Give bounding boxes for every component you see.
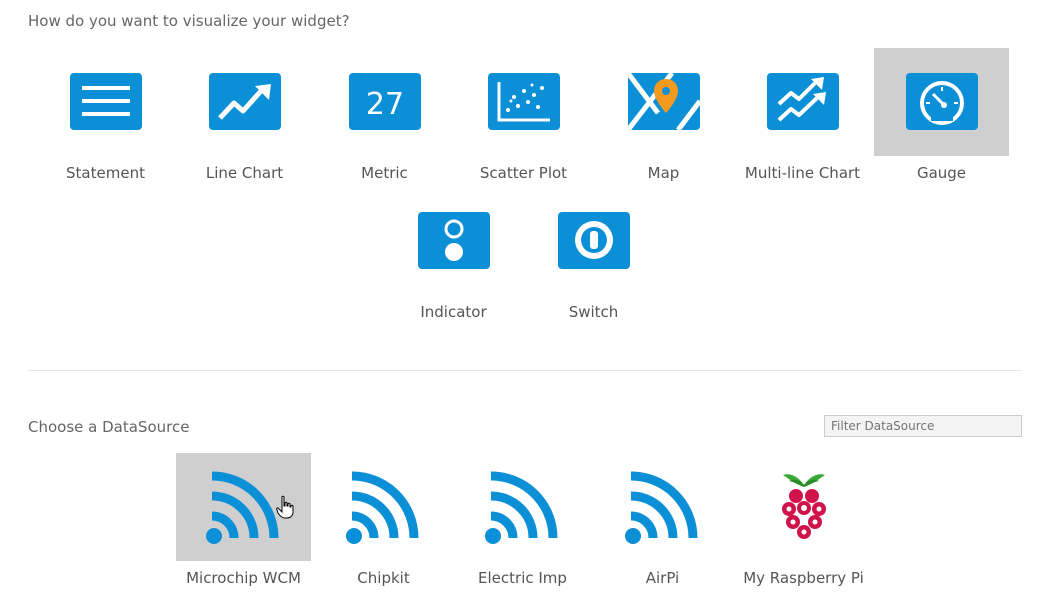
widget-label: Switch xyxy=(568,303,619,321)
visualize-heading: How do you want to visualize your widget… xyxy=(28,12,350,30)
map-icon xyxy=(628,73,700,130)
statement-icon xyxy=(70,73,142,130)
line-chart-icon xyxy=(209,73,281,130)
scatter-plot-icon xyxy=(488,73,560,130)
widget-label: Gauge xyxy=(916,164,967,182)
switch-icon xyxy=(558,212,630,269)
raspberry-pi-icon xyxy=(782,474,826,539)
metric-icon: 27 xyxy=(349,73,421,130)
section-divider xyxy=(28,370,1022,371)
wifi-signal-icon xyxy=(625,471,698,544)
indicator-icon xyxy=(418,212,490,269)
metric-icon-text: 27 xyxy=(366,87,404,122)
wifi-signal-icon xyxy=(206,471,279,544)
datasource-heading: Choose a DataSource xyxy=(28,418,190,436)
multi-line-chart-icon xyxy=(767,73,839,130)
datasource-label: My Raspberry Pi xyxy=(743,569,864,587)
gauge-icon xyxy=(906,73,978,130)
wifi-signal-icon xyxy=(485,471,558,544)
filter-datasource-input[interactable] xyxy=(824,415,1022,437)
wifi-signal-icon xyxy=(346,471,419,544)
